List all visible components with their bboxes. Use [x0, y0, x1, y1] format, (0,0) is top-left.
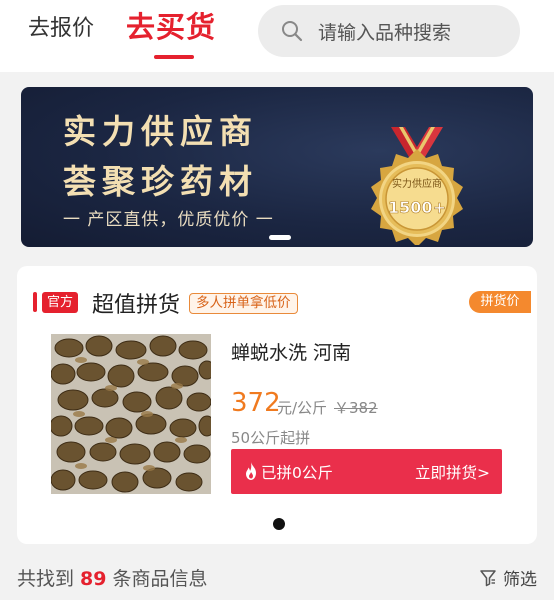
promo-banner[interactable]: 实力供应商 荟聚珍药材 一 产区直供，优质优价 一 实力供应商 1500+: [21, 87, 533, 247]
product-price: 372: [231, 388, 281, 418]
promo-tag: 多人拼单拿低价: [189, 293, 298, 314]
grouped-amount: 已拼0公斤: [261, 464, 333, 482]
active-tab-indicator: [154, 55, 194, 59]
official-tag: 官方: [42, 292, 79, 313]
group-buy-button[interactable]: 已拼0公斤 立即拼货>: [231, 449, 502, 494]
original-price: ￥382: [334, 399, 378, 417]
result-suffix: 条商品信息: [112, 568, 208, 590]
product-image[interactable]: [51, 334, 211, 494]
search-box[interactable]: 请输入品种搜索: [258, 5, 520, 57]
medal-label: 实力供应商: [392, 177, 442, 190]
banner-subtitle: 一 产区直供，优质优价 一: [63, 210, 274, 230]
banner-headline-2: 荟聚珍药材: [63, 162, 258, 201]
result-prefix: 共找到: [17, 568, 75, 590]
tab-sell-quote[interactable]: 去报价: [28, 10, 94, 42]
filter-label: 筛选: [503, 570, 537, 590]
section-title: 超值拼货: [92, 293, 181, 318]
search-placeholder: 请输入品种搜索: [318, 21, 452, 44]
price-unit: 元/公斤: [277, 399, 328, 417]
tab-buy-goods[interactable]: 去买货: [126, 4, 216, 46]
product-name[interactable]: 蝉蜕水洗 河南: [231, 338, 351, 365]
medal-value: 1500+: [388, 198, 446, 217]
card-page-indicator: [273, 518, 285, 530]
section-marker: [33, 292, 37, 312]
banner-page-indicator: [269, 235, 291, 240]
minimum-order: 50公斤起拼: [231, 429, 311, 447]
medal-icon: 实力供应商 1500+: [371, 127, 463, 245]
search-icon: [282, 21, 303, 42]
group-buy-now-label: 立即拼货>: [415, 464, 490, 482]
filter-button[interactable]: 筛选: [479, 565, 537, 590]
fire-icon: [246, 462, 256, 480]
top-header: 去报价 去买货 请输入品种搜索: [0, 0, 554, 72]
result-count: 89: [80, 568, 107, 590]
banner-headline-1: 实力供应商: [63, 112, 258, 151]
result-summary: 共找到 89 条商品信息: [17, 564, 207, 591]
filter-icon: [480, 569, 496, 586]
group-price-badge: 拼货价: [469, 291, 531, 313]
